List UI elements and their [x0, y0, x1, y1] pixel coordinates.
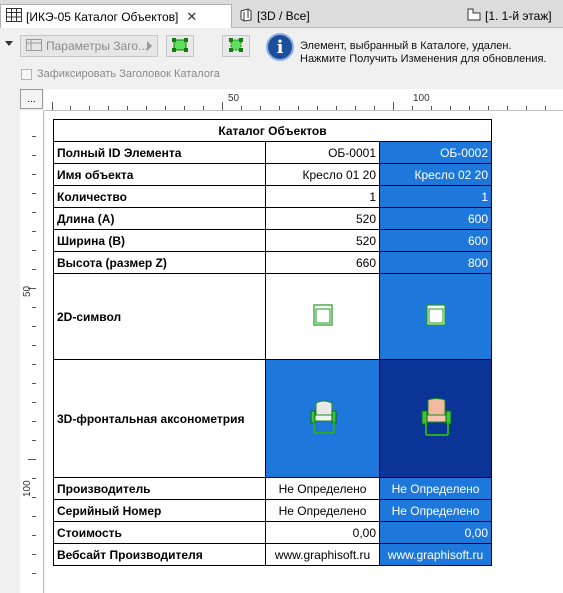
refresh-selection-icon [228, 37, 244, 56]
tab-bar: [ИКЭ-05 Каталог Объектов] ✕ [3D / Все] [… [0, 0, 563, 28]
row-label: Количество [53, 185, 266, 208]
catalog-title-row: Каталог Объектов [53, 119, 492, 142]
row-label: Стоимость [53, 521, 266, 544]
table-row[interactable]: Ширина (В) 520 600 [53, 229, 492, 252]
table-row[interactable]: Длина (А) 520 600 [53, 207, 492, 230]
vertical-ruler-ticks [28, 136, 36, 574]
ruler-mark-50: 50 [228, 93, 240, 104]
armchair-2d-symbol-icon [425, 304, 446, 329]
symbol-2d-cell-2[interactable] [379, 273, 492, 360]
row-label: Серийный Номер [53, 499, 266, 522]
table-icon [6, 8, 22, 25]
cell-object-2[interactable]: Не Определено [379, 499, 492, 522]
armchair-2d-symbol-icon [312, 304, 333, 329]
cell-object-1[interactable]: 520 [265, 229, 380, 252]
symbol-2d-label: 2D-символ [53, 273, 266, 360]
table-row[interactable]: Полный ID Элемента ОБ-0001 ОБ-0002 [53, 141, 492, 164]
tab-3d-label: [3D / Все] [257, 9, 310, 23]
tab-3d[interactable]: [3D / Все] [234, 4, 454, 28]
table-row[interactable]: Высота (размер Z) 660 800 [53, 251, 492, 274]
info-icon: i [266, 33, 294, 61]
horizontal-ruler: 50 100 [44, 89, 563, 111]
info-line-1: Элемент, выбранный в Каталоге, удален. [300, 40, 512, 52]
armchair-3d-icon [419, 397, 453, 440]
table-row[interactable]: Имя объекта Кресло 01 20 Кресло 02 20 [53, 163, 492, 186]
info-line-2: Нажмите Получить Изменения для обновлени… [300, 53, 547, 65]
cell-object-2[interactable]: 1 [379, 185, 492, 208]
table-row[interactable]: Серийный Номер Не Определено Не Определе… [53, 499, 492, 522]
ruler-mark-v-50: 50 [22, 285, 33, 297]
tab-catalog[interactable]: [ИКЭ-05 Каталог Объектов] ✕ [0, 4, 232, 28]
row-label: Имя объекта [53, 163, 266, 186]
ruler-corner-button[interactable]: ... [20, 89, 43, 109]
get-changes-button[interactable] [222, 35, 250, 57]
row-label: Вебсайт Производителя [53, 543, 266, 566]
ruler-mark-100: 100 [413, 93, 430, 104]
cell-object-1[interactable]: Кресло 01 20 [265, 163, 380, 186]
row-label: Ширина (В) [53, 229, 266, 252]
close-tab-icon[interactable]: ✕ [186, 9, 197, 25]
fix-header-label: Зафиксировать Заголовок Каталога [37, 68, 220, 80]
row-label: Высота (размер Z) [53, 251, 266, 274]
catalog-title: Каталог Объектов [53, 119, 492, 142]
tab-floor-plan[interactable]: [1. 1-й этаж] [462, 4, 563, 28]
cell-object-2[interactable]: 600 [379, 207, 492, 230]
axon-3d-cell-1[interactable] [265, 359, 380, 478]
symbol-2d-cell-1[interactable] [265, 273, 380, 360]
dropdown-arrow-icon[interactable] [5, 41, 13, 46]
cell-object-2[interactable]: 0,00 [379, 521, 492, 544]
cell-object-1[interactable]: www.graphisoft.ru [265, 543, 380, 566]
catalog-toolbar: Параметры Заго... i Элемент, выбранный в… [0, 29, 563, 87]
horizontal-ruler-ticks [52, 102, 546, 110]
cell-object-2[interactable]: 800 [379, 251, 492, 274]
cell-object-2[interactable]: Не Определено [379, 477, 492, 500]
cell-object-1[interactable]: Не Определено [265, 499, 380, 522]
ruler-mark-v-100: 100 [22, 480, 33, 497]
cell-object-1[interactable]: ОБ-0001 [265, 141, 380, 164]
axon-3d-row[interactable]: 3D-фронтальная аксонометрия [53, 359, 492, 478]
vertical-ruler: 50 100 [20, 111, 44, 593]
fix-header-row[interactable]: Зафиксировать Заголовок Каталога [21, 68, 220, 80]
table-row[interactable]: Количество 1 1 [53, 185, 492, 208]
armchair-3d-icon [308, 399, 338, 438]
cell-object-1[interactable]: 660 [265, 251, 380, 274]
tab-floor-plan-label: [1. 1-й этаж] [485, 9, 552, 23]
tab-catalog-label: [ИКЭ-05 Каталог Объектов] [26, 9, 179, 24]
3d-view-icon [239, 7, 253, 25]
symbol-2d-row[interactable]: 2D-символ [53, 273, 492, 360]
object-catalog-table: Каталог Объектов Полный ID Элемента ОБ-0… [53, 119, 492, 566]
select-box-icon [172, 37, 188, 55]
fix-header-checkbox[interactable] [21, 68, 32, 80]
ruler-corner-label: ... [27, 93, 36, 105]
floor-plan-icon [467, 8, 481, 24]
table-row[interactable]: Производитель Не Определено Не Определен… [53, 477, 492, 500]
table-row[interactable]: Стоимость 0,00 0,00 [53, 521, 492, 544]
cell-object-1[interactable]: 0,00 [265, 521, 380, 544]
row-label: Производитель [53, 477, 266, 500]
cell-object-1[interactable]: Не Определено [265, 477, 380, 500]
axon-3d-cell-2[interactable] [379, 359, 492, 478]
table-params-icon [26, 38, 42, 54]
cell-object-2[interactable]: www.graphisoft.ru [379, 543, 492, 566]
axon-3d-label: 3D-фронтальная аксонометрия [53, 359, 266, 478]
cell-object-2[interactable]: 600 [379, 229, 492, 252]
info-message: Элемент, выбранный в Каталоге, удален. Н… [300, 40, 547, 66]
cell-object-1[interactable]: 520 [265, 207, 380, 230]
row-label: Длина (А) [53, 207, 266, 230]
cell-object-2[interactable]: ОБ-0002 [379, 141, 492, 164]
header-params-label: Параметры Заго... [46, 39, 149, 53]
chevron-right-icon [147, 41, 152, 51]
row-label: Полный ID Элемента [53, 141, 266, 164]
cell-object-2[interactable]: Кресло 02 20 [379, 163, 492, 186]
cell-object-1[interactable]: 1 [265, 185, 380, 208]
select-element-button[interactable] [166, 35, 194, 57]
table-row[interactable]: Вебсайт Производителя www.graphisoft.ru … [53, 543, 492, 566]
header-params-button[interactable]: Параметры Заго... [20, 35, 158, 57]
